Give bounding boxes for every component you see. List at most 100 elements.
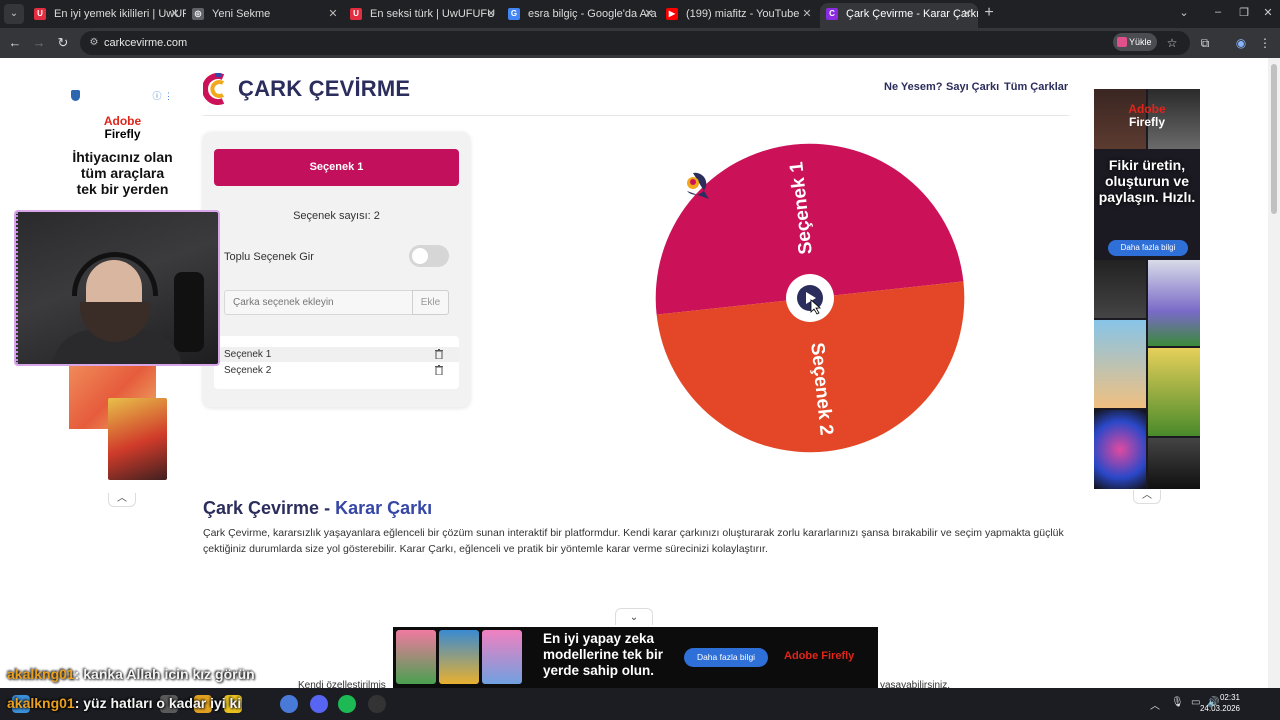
toggle-knob (412, 248, 428, 264)
ad-cta-button[interactable]: Daha fazla bilgi (1108, 240, 1188, 256)
url-text[interactable]: carkcevirme.com (104, 31, 187, 55)
browser-tab[interactable]: C Çark Çevirme - Karar Çarkı ✕ (820, 3, 978, 28)
tab-title: En iyi yemek ikilileri | UwUFUFU (54, 8, 186, 20)
ad-image (1094, 320, 1146, 408)
spotify-icon[interactable] (338, 695, 356, 713)
ad-collapse-button[interactable]: ︿ (108, 493, 136, 507)
extensions-icon[interactable]: ⧉ (1196, 34, 1214, 52)
tab-title: En seksi türk | UwUFUFU (370, 8, 496, 20)
address-bar[interactable]: ⚙ carkcevirme.com (80, 31, 1190, 55)
trash-icon[interactable] (435, 349, 443, 359)
streamer-webcam (14, 210, 220, 366)
new-tab-button[interactable]: + (980, 4, 998, 22)
browser-tab[interactable]: Gesra bilgiç - Google'da Ara ✕ (502, 3, 660, 25)
window-controls: ⌄ – ❐ ✕ (1170, 0, 1280, 28)
clock-date: 24.03.2026 (1199, 704, 1240, 713)
ad-image (1094, 260, 1146, 318)
bookmark-star-icon[interactable]: ☆ (1163, 34, 1181, 52)
ad-collapse-button[interactable]: ︿ (1133, 490, 1161, 504)
headphones-icon (72, 252, 158, 296)
options-panel: Seçenek 1 Seçenek sayısı: 2 Toplu Seçene… (203, 132, 470, 407)
tab-strip: ⌄ UEn iyi yemek ikilileri | UwUFUFU✕◎Yen… (0, 0, 1280, 28)
system-clock[interactable]: 02:31 24.03.2026 (1200, 692, 1240, 714)
ad-image (439, 630, 479, 684)
close-window-button[interactable]: ✕ (1258, 6, 1278, 19)
ad-image (396, 630, 436, 684)
bulk-input-toggle[interactable] (409, 245, 449, 267)
bulk-input-label: Toplu Seçenek Gir (224, 251, 314, 263)
google-icon: G (508, 8, 520, 20)
ad-image (108, 398, 167, 480)
nav-tum-carklar[interactable]: Tüm Çarklar (1004, 81, 1068, 93)
reload-button[interactable]: ↻ (54, 34, 72, 52)
back-button[interactable]: ← (6, 34, 24, 52)
page-scrollbar[interactable] (1268, 58, 1280, 688)
browser-menu-icon[interactable]: ⋮ (1256, 34, 1274, 52)
close-tab-icon[interactable]: ✕ (484, 3, 498, 25)
maximize-button[interactable]: ❐ (1234, 6, 1254, 19)
option-label: Seçenek 1 (224, 349, 272, 360)
chat-line: akalkng01: yüz hatları o kadar iyi ki (7, 695, 241, 711)
site-logo[interactable] (203, 73, 229, 105)
nav-ne-yesem[interactable]: Ne Yesem? (884, 81, 943, 93)
nav-sayi-carki[interactable]: Sayı Çarkı (946, 81, 999, 93)
close-tab-icon[interactable]: ✕ (326, 3, 340, 25)
ad-expand-button[interactable]: ⌄ (615, 608, 653, 625)
close-tab-icon[interactable]: ✕ (800, 3, 814, 25)
close-tab-icon[interactable]: ✕ (642, 3, 656, 25)
ad-headline: İhtiyacınız olan tüm araçlara tek bir ye… (72, 149, 173, 197)
tab-title: (199) miafitz - YouTube (686, 8, 800, 20)
discord-icon[interactable] (310, 695, 328, 713)
chevron-down-icon[interactable]: ⌄ (1174, 6, 1194, 19)
option-label: Seçenek 2 (224, 365, 272, 376)
clock-time: 02:31 (1219, 693, 1240, 702)
chat-line: akalkng01: kanka Allah icin kız görün (7, 666, 255, 682)
close-tab-icon[interactable]: ✕ (168, 3, 182, 25)
chat-message: : kanka Allah icin kız görün (74, 666, 255, 682)
mic-tray-icon[interactable]: 🎙 (1171, 697, 1184, 708)
options-list: Seçenek 1 Seçenek 2 (214, 336, 459, 389)
profile-avatar[interactable]: ◉ (1232, 34, 1250, 52)
minimize-button[interactable]: – (1208, 6, 1228, 18)
site-title[interactable]: ÇARK ÇEVİRME (238, 76, 410, 102)
tab-title: esra bilgiç - Google'da Ara (528, 8, 657, 20)
browser-tab[interactable]: ◎ Yeni Sekme ✕ (186, 3, 344, 25)
selected-option-button[interactable]: Seçenek 1 (214, 149, 459, 186)
browser-toolbar: ← → ↻ ⚙ carkcevirme.com Yükle ☆ ⧉ ◉ ⋮ (0, 28, 1280, 58)
tab-search-button[interactable]: ⌄ (4, 4, 24, 24)
ad-image (1148, 438, 1200, 489)
list-item[interactable]: Seçenek 2 (214, 363, 459, 378)
upload-button[interactable]: Yükle (1113, 33, 1157, 51)
tab-title: Çark Çevirme - Karar Çarkı (846, 8, 978, 20)
list-item[interactable]: Seçenek 1 (214, 347, 459, 362)
browser-tab[interactable]: ▶ (199) miafitz - YouTube ✕ (660, 3, 818, 25)
add-option-button[interactable]: Ekle (412, 290, 449, 315)
browser-tab[interactable]: U En seksi türk | UwUFUFU ✕ (344, 3, 502, 25)
taskbar-app-icon[interactable] (280, 695, 298, 713)
trash-icon[interactable] (435, 365, 443, 375)
chat-username: akalkng01 (7, 666, 75, 682)
obs-icon[interactable] (368, 695, 386, 713)
ad-brand-firefly: Firefly (1128, 115, 1165, 129)
site-info-icon[interactable]: ⚙ (88, 37, 100, 49)
ad-info-icon[interactable]: ⓘ ⋮ (152, 89, 173, 102)
microphone-icon (174, 272, 204, 352)
ad-cta-button[interactable]: Daha fazla bilgi (684, 648, 768, 667)
article-partial-text: Kendi özelleştirilmiş (298, 680, 386, 688)
ad-image (482, 630, 522, 684)
chrome-icon: ◎ (192, 8, 204, 20)
ad-brand-firefly: Firefly (104, 127, 141, 141)
close-tab-icon[interactable]: ✕ (960, 3, 974, 25)
ad-bottom[interactable]: En iyi yapay zeka modellerine tek bir ye… (393, 627, 878, 688)
ad-right[interactable]: Adobe Firefly Fikir üretin, oluşturun ve… (1094, 89, 1200, 489)
ad-brand: Adobe Firefly (784, 650, 855, 662)
adchoices-icon[interactable] (71, 90, 80, 101)
chat-username: akalkng01 (7, 695, 75, 711)
browser-tab[interactable]: U En iyi yemek ikilileri | UwUFUFU✕ (28, 3, 186, 25)
scrollbar-thumb[interactable] (1271, 64, 1277, 214)
forward-button[interactable]: → (30, 34, 48, 52)
chat-message: : yüz hatları o kadar iyi ki (74, 695, 242, 711)
tray-chevron-icon[interactable]: ︿ (1150, 697, 1160, 712)
ad-headline: Fikir üretin, oluşturun ve paylaşın. Hız… (1098, 157, 1196, 205)
option-input[interactable] (224, 290, 413, 315)
